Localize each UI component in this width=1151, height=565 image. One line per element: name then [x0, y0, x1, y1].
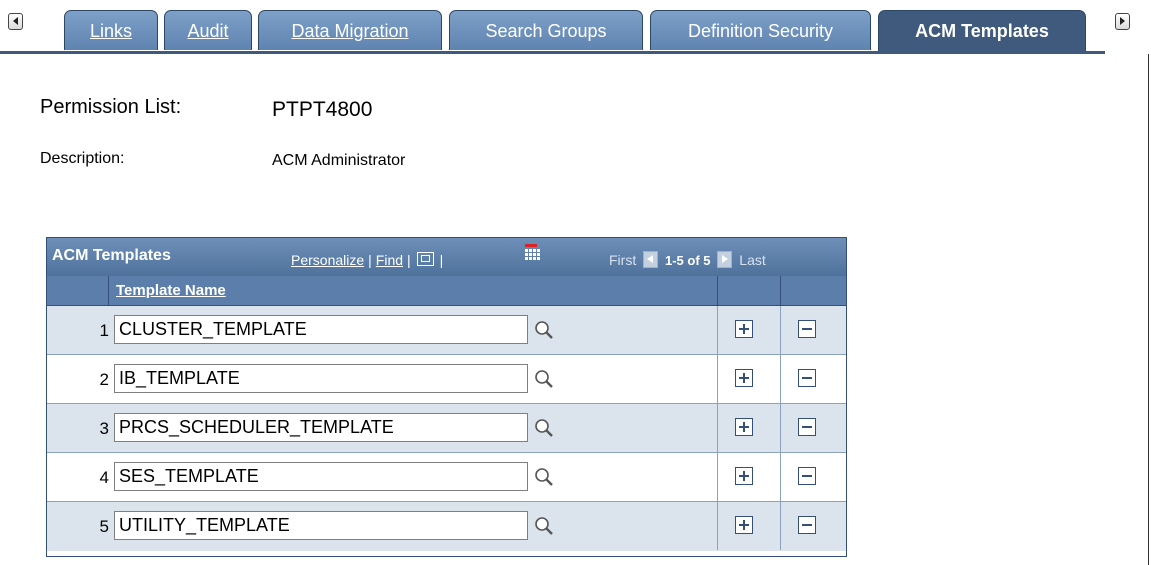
rownum-header — [47, 276, 109, 306]
add-column-header — [718, 276, 781, 306]
tab-label: ACM Templates — [915, 21, 1049, 41]
prev-page-icon[interactable] — [643, 251, 659, 268]
last-label: Last — [739, 252, 766, 268]
template-name-sort-link[interactable]: Template Name — [116, 282, 226, 299]
add-row-button[interactable] — [735, 467, 753, 485]
table-row: 5 — [47, 502, 846, 551]
tab-label: Audit — [187, 21, 229, 41]
tab-underline — [0, 51, 1105, 54]
tab-bar: Links Audit Data Migration Search Groups… — [0, 8, 1151, 54]
permission-list-label: Permission List: — [40, 96, 182, 118]
tab-label: Search Groups — [485, 21, 607, 41]
tab-search-groups[interactable]: Search Groups — [449, 10, 643, 50]
row-count: 1-5 of 5 — [665, 253, 711, 268]
scroll-tabs-right-button[interactable] — [1113, 12, 1131, 30]
tab-definition-security[interactable]: Definition Security — [650, 10, 871, 50]
page-border — [1148, 54, 1149, 565]
table-row: 3 — [47, 404, 846, 453]
acm-templates-grid: ACM Templates Personalize | Find | | First 1… — [46, 237, 847, 557]
scroll-left-icon — [7, 12, 23, 30]
row-number: 5 — [99, 517, 109, 536]
description-label: Description: — [40, 150, 125, 167]
first-label: First — [609, 252, 637, 268]
personalize-link[interactable]: Personalize — [291, 252, 364, 268]
add-row-button[interactable] — [735, 418, 753, 436]
lookup-icon[interactable] — [533, 368, 555, 390]
add-row-button[interactable] — [735, 369, 753, 387]
table-row: 1 — [47, 306, 846, 355]
row-number: 1 — [99, 321, 109, 340]
tab-audit[interactable]: Audit — [164, 10, 252, 50]
row-number: 3 — [99, 419, 109, 438]
delete-row-button[interactable] — [798, 369, 816, 387]
tab-acm-templates[interactable]: ACM Templates — [878, 10, 1086, 52]
template-name-header[interactable]: Template Name — [109, 276, 718, 306]
download-grid-icon[interactable] — [525, 244, 543, 262]
add-row-button[interactable] — [735, 516, 753, 534]
table-row: 4 — [47, 453, 846, 502]
scroll-tabs-left-button[interactable] — [6, 12, 24, 30]
description-value: ACM Administrator — [272, 152, 406, 169]
row-number: 4 — [99, 468, 109, 487]
lookup-icon[interactable] — [533, 319, 555, 341]
add-row-button[interactable] — [735, 320, 753, 338]
zoom-grid-icon[interactable] — [416, 252, 434, 266]
delete-row-button[interactable] — [798, 467, 816, 485]
scroll-right-icon — [1114, 12, 1130, 30]
grid-title-bar: ACM Templates Personalize | Find | | First 1… — [47, 238, 846, 276]
find-link[interactable]: Find — [376, 252, 403, 268]
grid-title: ACM Templates — [52, 247, 171, 264]
grid-toolbar: Personalize | Find | | — [291, 252, 444, 268]
row-number: 2 — [99, 370, 109, 389]
delete-column-header — [781, 276, 846, 306]
tab-label: Definition Security — [687, 21, 834, 41]
delete-row-button[interactable] — [798, 320, 816, 338]
tab-label: Links — [89, 21, 133, 41]
permission-list-page: Links Audit Data Migration Search Groups… — [0, 0, 1151, 565]
template-name-input[interactable] — [114, 413, 528, 442]
template-name-input[interactable] — [114, 315, 528, 344]
lookup-icon[interactable] — [533, 515, 555, 537]
template-name-input[interactable] — [114, 364, 528, 393]
grid-navigation: First 1-5 of 5 Last — [609, 251, 766, 268]
lookup-icon[interactable] — [533, 417, 555, 439]
permission-list-value: PTPT4800 — [272, 98, 373, 121]
template-name-input[interactable] — [114, 511, 528, 540]
next-page-icon[interactable] — [717, 251, 733, 268]
template-name-input[interactable] — [114, 462, 528, 491]
lookup-icon[interactable] — [533, 466, 555, 488]
tab-label: Data Migration — [291, 21, 409, 41]
tab-links[interactable]: Links — [64, 10, 158, 50]
delete-row-button[interactable] — [798, 516, 816, 534]
delete-row-button[interactable] — [798, 418, 816, 436]
tab-data-migration[interactable]: Data Migration — [258, 10, 442, 50]
table-row: 2 — [47, 355, 846, 404]
